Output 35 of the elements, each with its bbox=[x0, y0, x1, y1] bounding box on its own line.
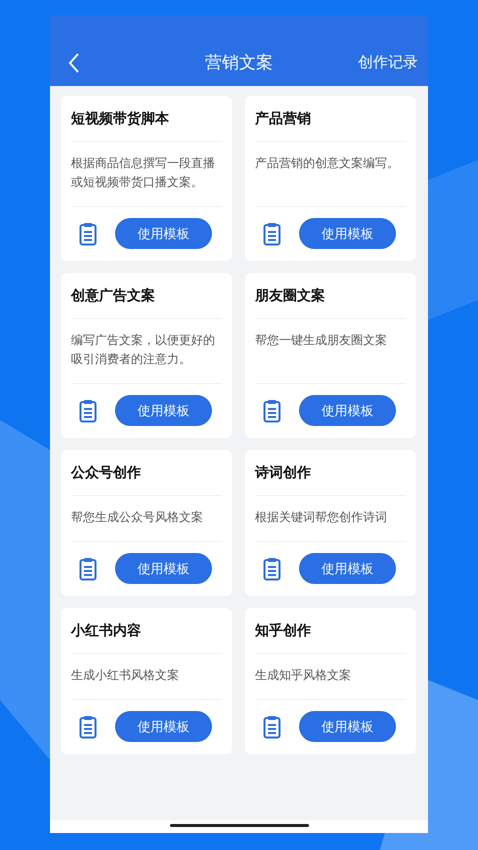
clipboard-icon[interactable] bbox=[79, 398, 97, 422]
clipboard-icon[interactable] bbox=[263, 222, 281, 246]
clipboard-icon[interactable] bbox=[79, 222, 97, 246]
card-title: 产品营销 bbox=[255, 96, 406, 142]
clipboard-icon[interactable] bbox=[263, 714, 281, 738]
use-template-button[interactable]: 使用模板 bbox=[115, 553, 212, 584]
card-description: 编写广告文案，以便更好的吸引消费者的注意力。 bbox=[71, 332, 216, 368]
clipboard-icon[interactable] bbox=[263, 398, 281, 422]
back-icon[interactable] bbox=[68, 53, 80, 73]
card-description: 根据商品信息撰写一段直播或短视频带货口播文案。 bbox=[71, 155, 216, 191]
card-title: 公众号创作 bbox=[71, 450, 222, 496]
card-description: 根据关键词帮您创作诗词 bbox=[255, 509, 388, 526]
use-template-button[interactable]: 使用模板 bbox=[115, 711, 212, 742]
card-description: 生成知乎风格文案 bbox=[255, 667, 352, 684]
page-title: 营销文案 bbox=[205, 52, 273, 74]
use-template-button[interactable]: 使用模板 bbox=[299, 395, 396, 426]
use-template-button[interactable]: 使用模板 bbox=[299, 711, 396, 742]
use-template-button[interactable]: 使用模板 bbox=[115, 218, 212, 249]
card-title: 小红书内容 bbox=[71, 608, 222, 654]
clipboard-icon[interactable] bbox=[79, 714, 97, 738]
card-description: 帮您一键生成朋友圈文案 bbox=[255, 332, 388, 349]
card-title: 创意广告文案 bbox=[71, 273, 222, 319]
card-title: 知乎创作 bbox=[255, 608, 406, 654]
card-description: 帮您生成公众号风格文案 bbox=[71, 509, 204, 526]
clipboard-icon[interactable] bbox=[263, 556, 281, 580]
card-title: 朋友圈文案 bbox=[255, 273, 406, 319]
use-template-button[interactable]: 使用模板 bbox=[115, 395, 212, 426]
card-description: 产品营销的创意文案编写。 bbox=[255, 155, 400, 172]
card-description: 生成小红书风格文案 bbox=[71, 667, 180, 684]
use-template-button[interactable]: 使用模板 bbox=[299, 553, 396, 584]
history-link[interactable]: 创作记录 bbox=[358, 53, 418, 73]
use-template-button[interactable]: 使用模板 bbox=[299, 218, 396, 249]
clipboard-icon[interactable] bbox=[79, 556, 97, 580]
card-title: 短视频带货脚本 bbox=[71, 96, 222, 142]
card-title: 诗词创作 bbox=[255, 450, 406, 496]
